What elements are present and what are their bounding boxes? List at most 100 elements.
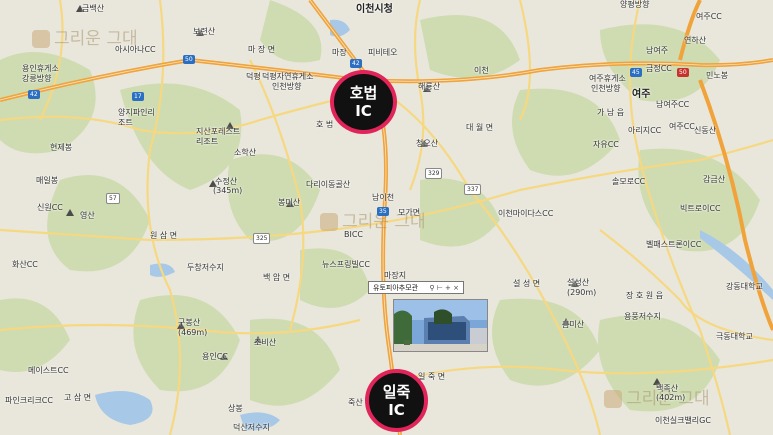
place-label[interactable]: 이천시청: [356, 5, 393, 15]
place-label[interactable]: 설성산: [567, 278, 589, 288]
route-shield: 325: [253, 233, 271, 244]
place-label[interactable]: 인천방향: [591, 84, 620, 94]
iljuk-ic-marker[interactable]: 일죽 IC: [365, 369, 428, 432]
place-label[interactable]: 구봉산: [178, 318, 200, 328]
place-label[interactable]: 양평방향: [620, 0, 649, 10]
place-label[interactable]: 인천방향: [272, 82, 301, 92]
place-label[interactable]: 죽산: [348, 398, 363, 408]
place-label[interactable]: 영산: [80, 211, 95, 221]
hobeop-ic-marker[interactable]: 호법 IC: [330, 70, 397, 134]
place-label[interactable]: 덕평자연휴게소: [262, 72, 314, 82]
place-label[interactable]: 덕산저수지: [233, 423, 270, 433]
place-label[interactable]: 일 죽 면: [418, 372, 445, 382]
place-label[interactable]: 가 남 읍: [597, 108, 624, 118]
place-label[interactable]: 이천: [474, 66, 489, 76]
place-label[interactable]: 보련산: [193, 27, 215, 37]
place-label[interactable]: 금정CC: [646, 64, 672, 74]
place-label[interactable]: 자유CC: [593, 140, 619, 150]
route-shield: 329: [425, 168, 443, 179]
watermark-icon: [32, 30, 50, 48]
place-label[interactable]: 해룡산: [418, 82, 440, 92]
place-label[interactable]: 마 장 면: [248, 45, 275, 55]
marker-label-line2: IC: [355, 102, 372, 120]
place-label[interactable]: 남여주CC: [656, 100, 689, 110]
place-label[interactable]: 설 성 면: [513, 279, 540, 289]
place-label[interactable]: 두창저수지: [187, 263, 224, 273]
route-shield: 337: [464, 184, 482, 195]
place-label[interactable]: 신동산: [694, 126, 716, 136]
place-label[interactable]: 이천마이다스CC: [498, 209, 553, 219]
place-label[interactable]: 빅트로이CC: [680, 204, 721, 214]
place-label[interactable]: 장 호 원 읍: [626, 291, 663, 301]
place-label[interactable]: 아리지CC: [628, 126, 661, 136]
place-label[interactable]: 봉미산: [278, 198, 300, 208]
place-label[interactable]: 고 삼 면: [64, 393, 91, 403]
place-label[interactable]: 여주CC: [669, 122, 695, 132]
place-label[interactable]: 여주CC: [696, 12, 722, 22]
place-label[interactable]: 아시아나CC: [115, 45, 156, 55]
map-view[interactable]: 그리운 그대 그리운 그대 그리운 그대 50 42 17 42 50 45 3…: [0, 0, 773, 435]
place-label[interactable]: 용인휴게소: [22, 64, 59, 74]
place-label[interactable]: 솔모로CC: [612, 177, 645, 187]
place-label[interactable]: 양지파인리조트: [118, 108, 158, 128]
place-label[interactable]: 벨패스트론이CC: [646, 240, 701, 250]
place-label[interactable]: 극동대학교: [716, 332, 753, 342]
place-label[interactable]: 강릉방향: [22, 74, 51, 84]
place-label[interactable]: 흠미산: [562, 320, 584, 330]
route-shield: 50: [183, 55, 195, 64]
place-label[interactable]: 현제봉: [50, 143, 72, 153]
place-label[interactable]: 파인크리크CC: [5, 396, 53, 406]
place-label[interactable]: 마장: [332, 48, 347, 58]
route-shield: 42: [350, 59, 362, 68]
place-label[interactable]: 용인CC: [202, 352, 228, 362]
place-label[interactable]: 피비테오: [368, 48, 397, 58]
place-popup[interactable]: 유토피아추모관 ⚲ ⊢ + ×: [368, 281, 464, 294]
place-label[interactable]: 마장지: [384, 271, 406, 281]
place-label[interactable]: 여주휴게소: [589, 74, 626, 84]
watermark-icon: [604, 390, 622, 408]
place-label[interactable]: 강동대학교: [726, 282, 763, 292]
place-photo[interactable]: [393, 299, 488, 352]
place-label[interactable]: 호 법: [316, 120, 333, 130]
place-label[interactable]: 대 월 면: [466, 123, 493, 133]
place-label[interactable]: (345m): [213, 186, 242, 196]
popup-title: 유토피아추모관: [373, 284, 419, 292]
place-label[interactable]: 매일봉: [36, 176, 58, 186]
place-label[interactable]: (402m): [656, 393, 685, 403]
place-label[interactable]: 감금산: [703, 175, 725, 185]
place-label[interactable]: 금백산: [82, 4, 104, 14]
place-label[interactable]: 덕평: [246, 72, 261, 82]
place-label[interactable]: 민노봉: [706, 71, 728, 81]
marker-label-line2: IC: [388, 400, 405, 419]
marker-label-line1: 일죽: [382, 382, 411, 401]
route-shield: 17: [132, 92, 144, 101]
place-label[interactable]: 원 삼 면: [150, 231, 177, 241]
watermark-icon: [320, 213, 338, 231]
place-label[interactable]: 연하산: [684, 36, 706, 46]
place-label[interactable]: 청오산: [416, 139, 438, 149]
place-label[interactable]: (290m): [567, 288, 596, 298]
place-label[interactable]: 모가면: [398, 208, 420, 218]
place-label[interactable]: 여주: [632, 90, 650, 100]
place-label[interactable]: 이천실크밸리GC: [655, 416, 711, 426]
place-label[interactable]: 상봉: [228, 404, 243, 414]
popup-controls[interactable]: ⚲ ⊢ + ×: [429, 282, 459, 295]
route-shield: 45: [630, 68, 642, 77]
place-label[interactable]: 메이스트CC: [28, 366, 69, 376]
place-label[interactable]: 용풍저수지: [624, 312, 661, 322]
place-label[interactable]: 신원CC: [37, 203, 63, 213]
place-label[interactable]: (469m): [178, 328, 207, 338]
place-label[interactable]: 지산포레스트리조트: [196, 127, 244, 147]
route-shield: 50: [677, 68, 689, 77]
place-label[interactable]: 뉴스프링빌CC: [322, 260, 370, 270]
route-shield: 57: [106, 193, 120, 204]
place-label[interactable]: 백 암 면: [263, 273, 290, 283]
place-label[interactable]: 남이천: [372, 193, 394, 203]
place-label[interactable]: 남여주: [646, 46, 668, 56]
building-photo-icon: [394, 300, 487, 351]
place-label[interactable]: 조비산: [254, 338, 276, 348]
place-label[interactable]: 소학산: [234, 148, 256, 158]
place-label[interactable]: BICC: [344, 230, 363, 240]
place-label[interactable]: 다리이동골산: [306, 180, 350, 190]
place-label[interactable]: 화산CC: [12, 260, 38, 270]
